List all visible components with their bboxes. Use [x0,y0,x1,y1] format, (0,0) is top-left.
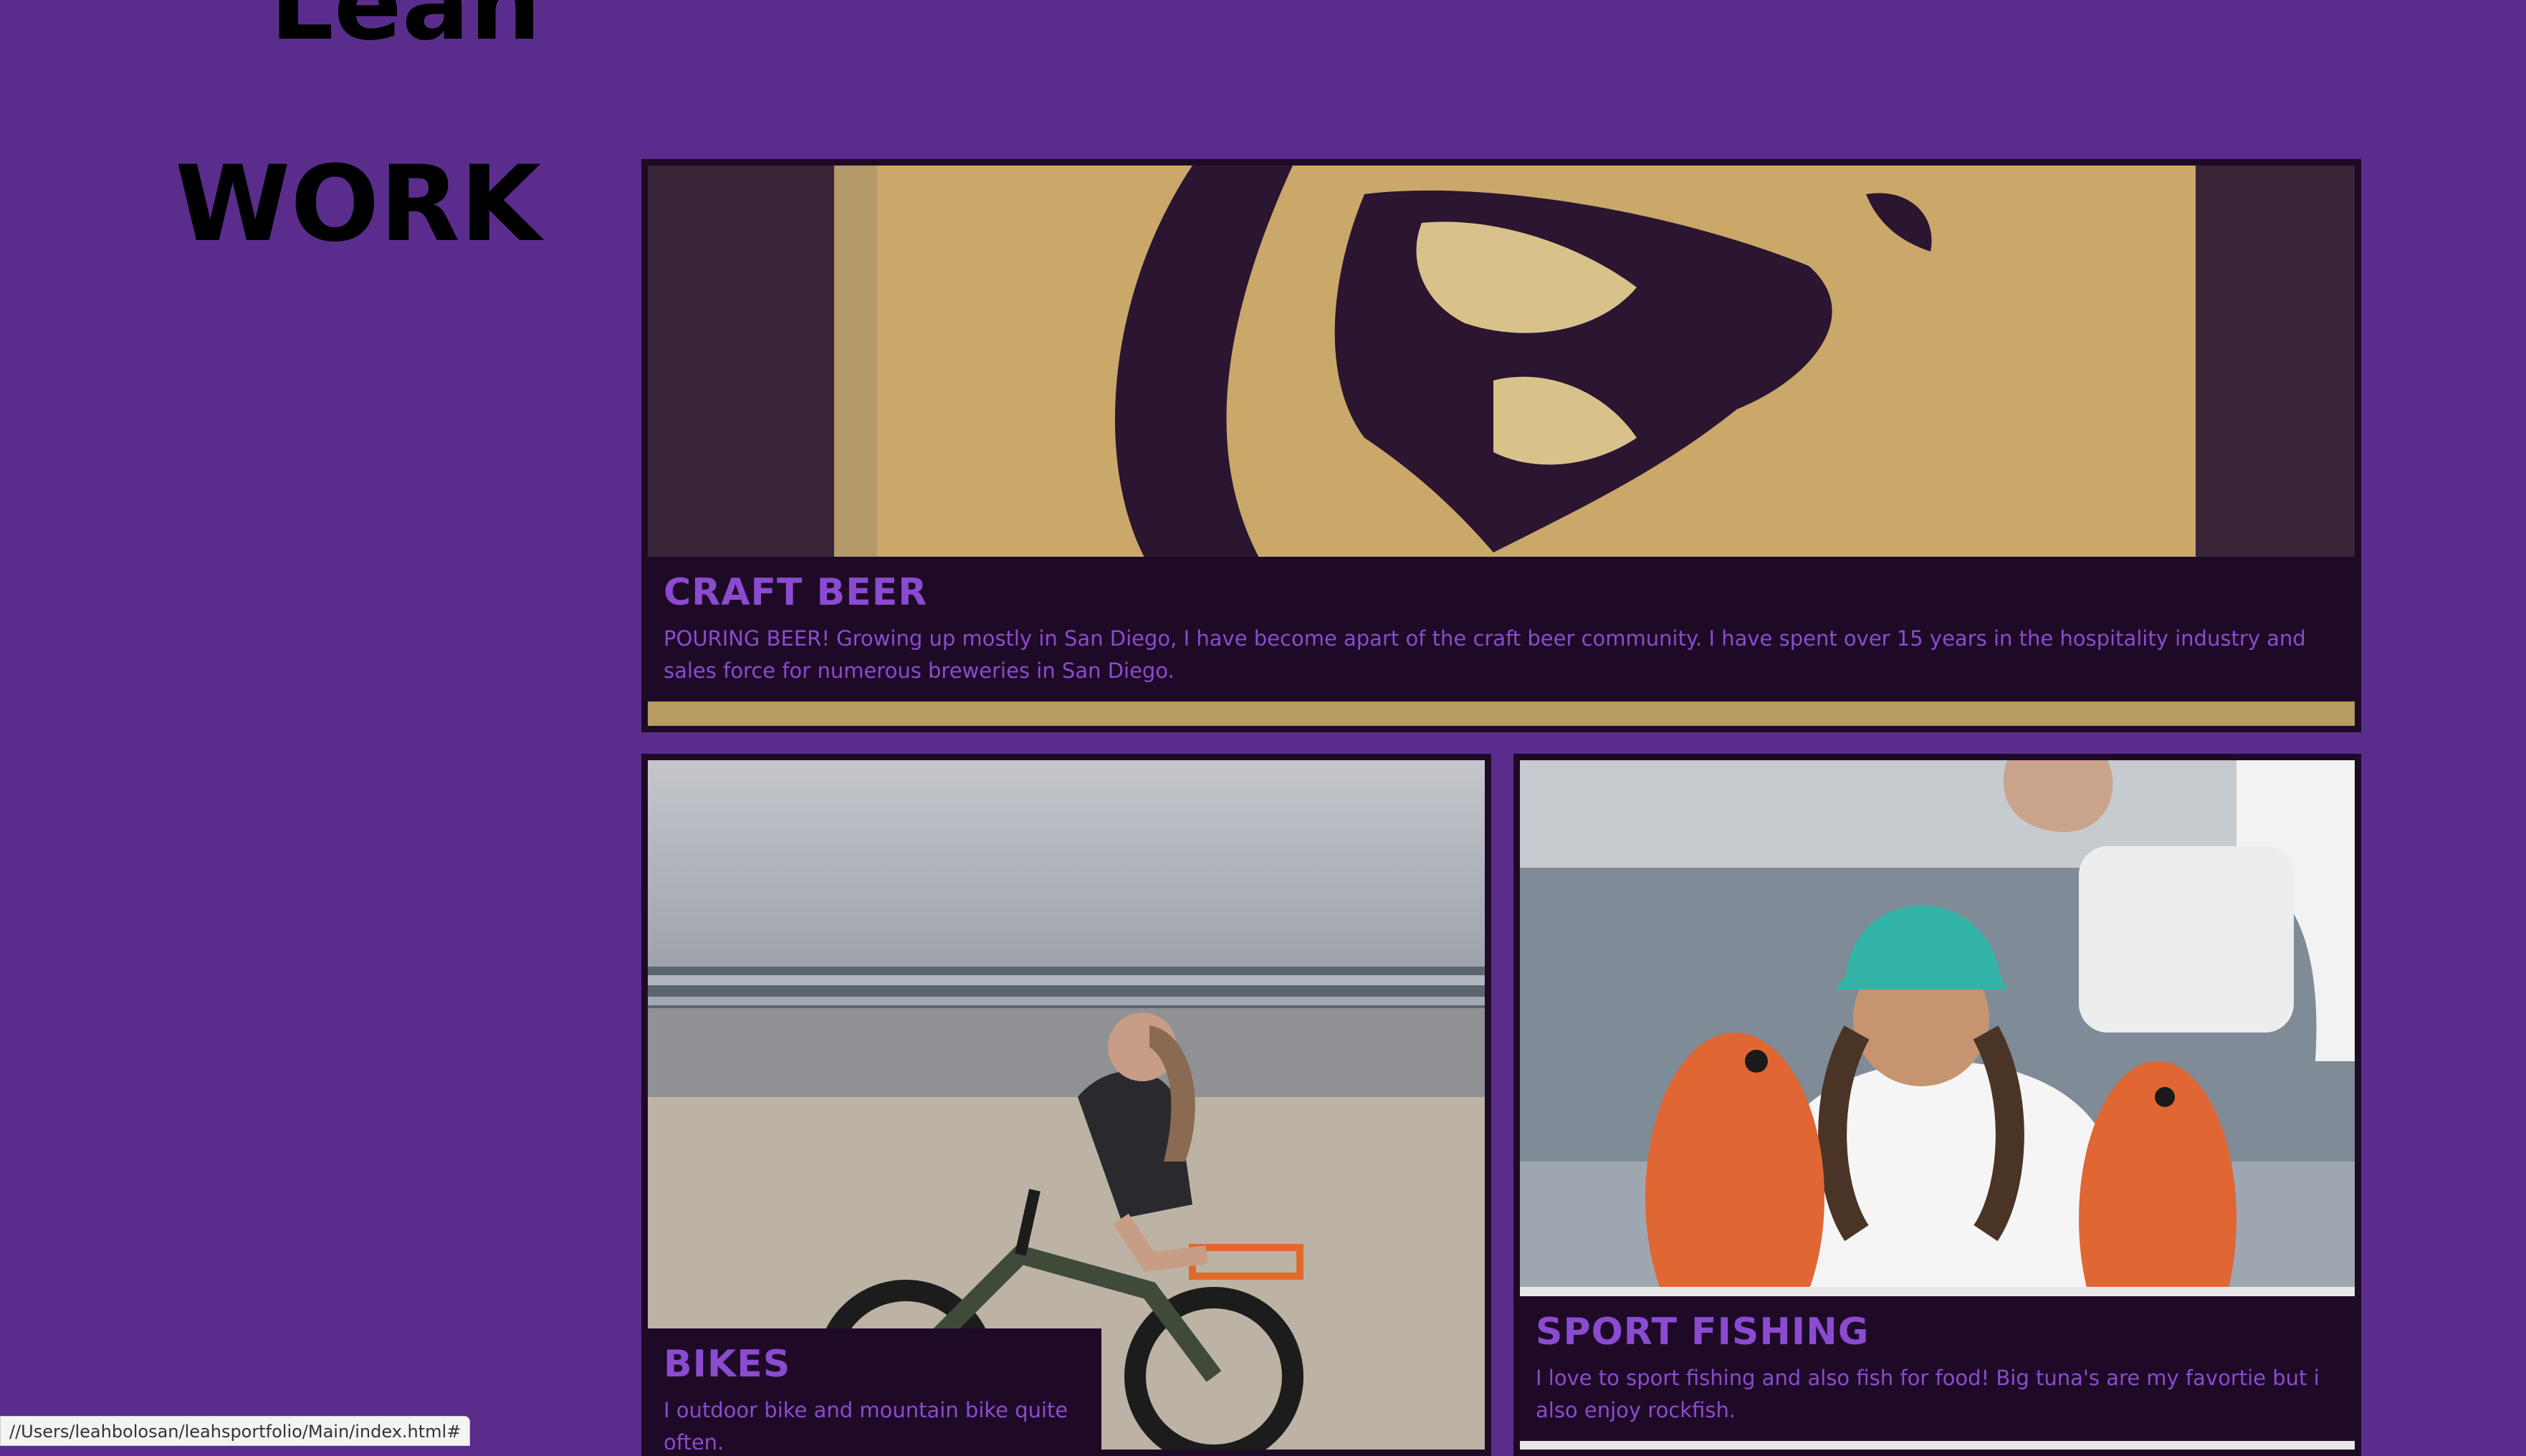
card-craft-beer[interactable]: CRAFT BEER POURING BEER! Growing up most… [641,159,2361,732]
browser-status-bar: //Users/leahbolosan/leahsportfolio/Main/… [0,1416,471,1446]
card-bikes[interactable]: BIKES I outdoor bike and mountain bike q… [641,754,1491,1456]
craft-beer-description: POURING BEER! Growing up mostly in San D… [664,626,2306,683]
bikes-description: I outdoor bike and mountain bike quite o… [664,1398,1068,1455]
work-section-heading: WORK [175,143,541,265]
card-sport-fishing[interactable]: SPORT FISHING I love to sport fishing an… [1513,754,2361,1456]
craft-beer-caption: CRAFT BEER POURING BEER! Growing up most… [648,557,2355,701]
name-heading: Leah [269,0,541,63]
bikes-title: BIKES [664,1343,791,1386]
sport-fishing-description: I love to sport fishing and also fish fo… [1536,1366,2320,1422]
sport-fishing-title: SPORT FISHING [1536,1311,1870,1354]
bikes-caption: BIKES I outdoor bike and mountain bike q… [648,1328,1101,1455]
craft-beer-title: CRAFT BEER [664,571,928,614]
sport-fishing-caption: SPORT FISHING I love to sport fishing an… [1520,1296,2355,1441]
